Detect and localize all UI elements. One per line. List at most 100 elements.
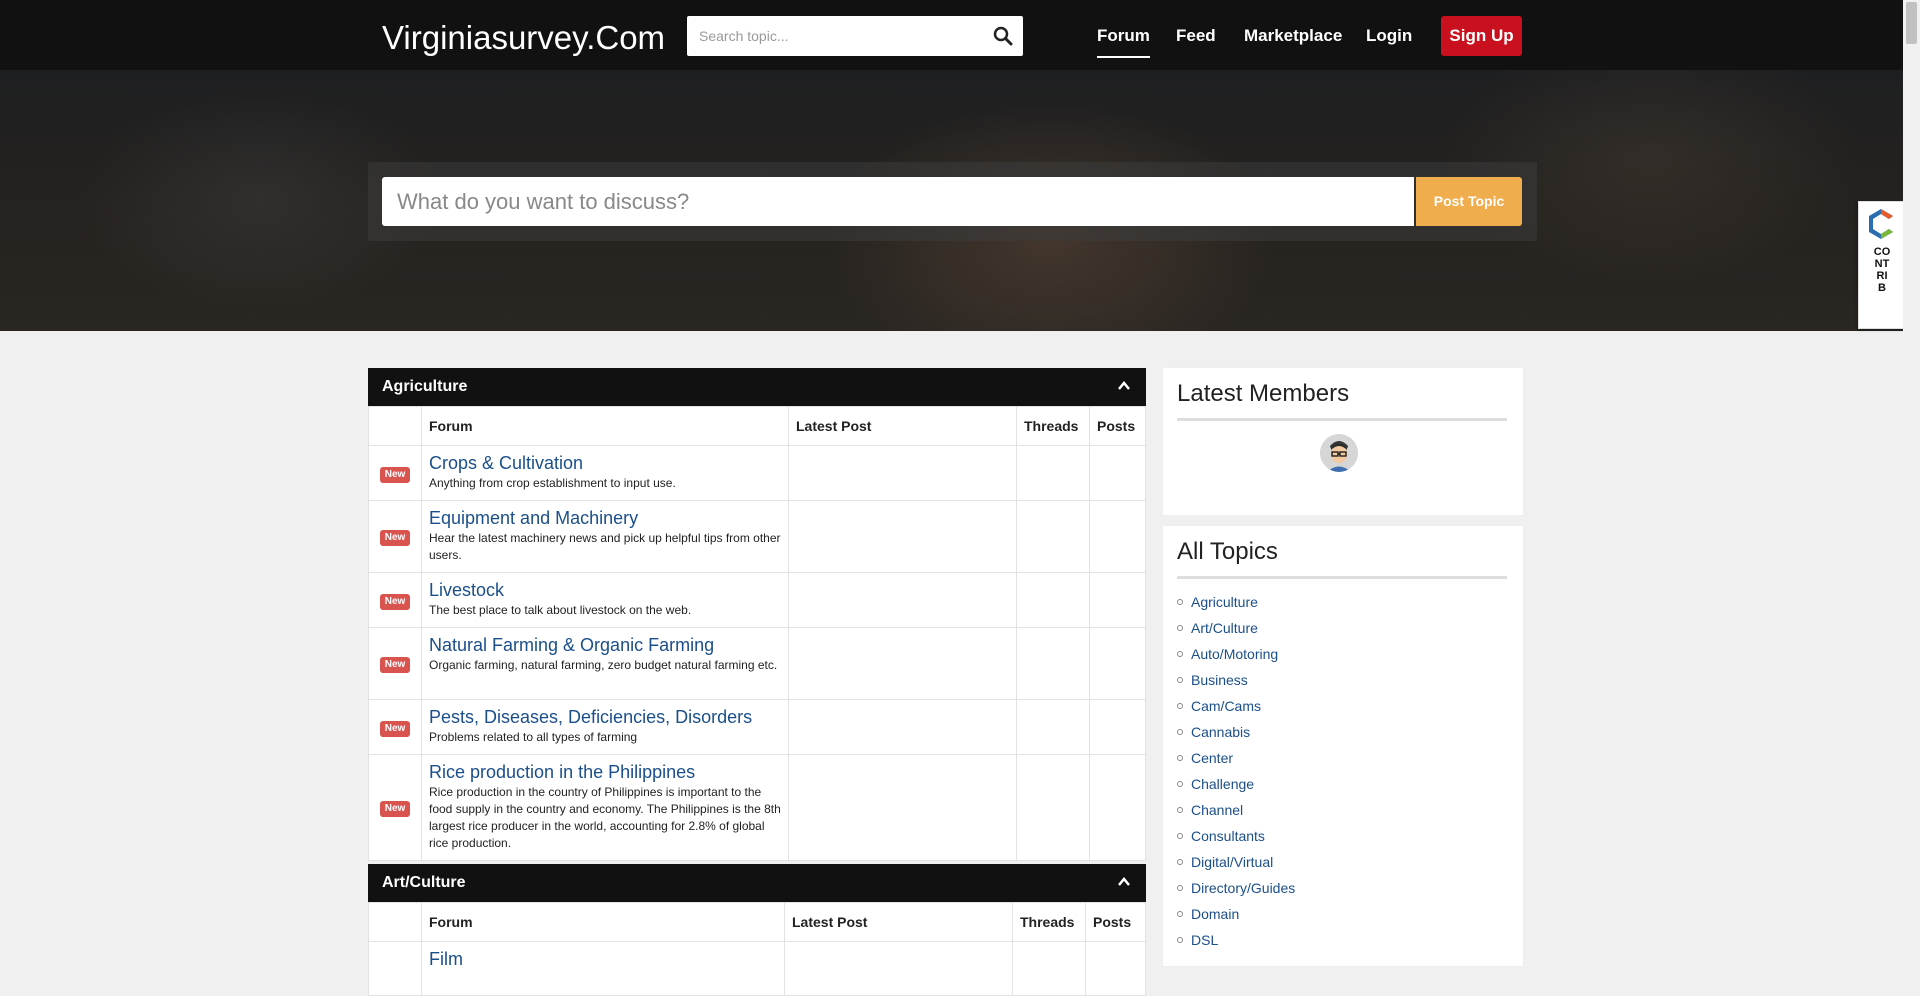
latest-members-title: Latest Members — [1177, 380, 1507, 421]
column-header-forum: Forum — [421, 406, 789, 446]
nav-login[interactable]: Login — [1366, 26, 1412, 46]
signup-button[interactable]: Sign Up — [1441, 16, 1522, 56]
list-item: Cam/Cams — [1177, 698, 1295, 724]
table-row: New Livestock The best place to talk abou… — [368, 572, 1146, 628]
search-input[interactable] — [687, 16, 991, 56]
avatar[interactable] — [1320, 434, 1358, 472]
chevron-up-icon[interactable] — [1116, 874, 1132, 890]
forum-description: The best place to talk about livestock o… — [429, 603, 692, 617]
new-badge: New — [379, 657, 411, 673]
topic-link[interactable]: DSL — [1191, 932, 1218, 948]
nav-marketplace[interactable]: Marketplace — [1244, 26, 1342, 46]
forum-cell: Crops & Cultivation Anything from crop es… — [421, 445, 789, 501]
post-topic-button[interactable]: Post Topic — [1416, 177, 1522, 226]
column-header-forum: Forum — [421, 902, 785, 942]
category-header-agriculture[interactable]: Agriculture — [368, 368, 1146, 406]
badge-cell — [368, 941, 422, 996]
forum-link[interactable]: Livestock — [429, 579, 781, 601]
new-badge: New — [379, 720, 411, 737]
topic-link[interactable]: Domain — [1191, 906, 1239, 922]
search-icon[interactable] — [993, 26, 1013, 46]
hero-banner: Post Topic — [0, 70, 1903, 331]
scrollbar-thumb[interactable] — [1906, 2, 1917, 44]
forum-cell: Film — [421, 941, 785, 996]
list-item: Domain — [1177, 906, 1295, 932]
forum-link[interactable]: Natural Farming & Organic Farming — [429, 634, 781, 656]
contrib-logo-icon — [1869, 209, 1893, 239]
list-item: Challenge — [1177, 776, 1295, 802]
topic-link[interactable]: Consultants — [1191, 828, 1265, 844]
threads-cell — [1016, 572, 1090, 628]
column-header-latest-post: Latest Post — [784, 902, 1013, 942]
nav-feed[interactable]: Feed — [1176, 26, 1216, 46]
latest-post-cell — [788, 500, 1017, 573]
list-item: Auto/Motoring — [1177, 646, 1295, 672]
topic-list: Agriculture Art/Culture Auto/Motoring Bu… — [1177, 594, 1295, 958]
table-row: New Equipment and Machinery Hear the late… — [368, 500, 1146, 573]
list-item: Directory/Guides — [1177, 880, 1295, 906]
new-badge: New — [379, 530, 411, 546]
topic-link[interactable]: Auto/Motoring — [1191, 646, 1278, 662]
forum-description: Organic farming, natural farming, zero b… — [429, 658, 778, 672]
forum-link[interactable]: Film — [429, 948, 777, 970]
category-header-art-culture[interactable]: Art/Culture — [368, 864, 1146, 902]
topic-link[interactable]: Channel — [1191, 802, 1243, 818]
column-header-posts: Posts — [1089, 406, 1146, 446]
table-header-row: Forum Latest Post Threads Posts — [368, 406, 1146, 446]
topic-link[interactable]: Directory/Guides — [1191, 880, 1295, 896]
column-header-posts: Posts — [1085, 902, 1146, 942]
table-header-row: Forum Latest Post Threads Posts — [368, 902, 1146, 942]
list-item: Agriculture — [1177, 594, 1295, 620]
forum-description: Problems related to all types of farming — [429, 730, 638, 744]
topic-link[interactable]: Digital/Virtual — [1191, 854, 1273, 870]
posts-cell — [1089, 445, 1146, 501]
topic-link[interactable]: Challenge — [1191, 776, 1254, 792]
page-scrollbar[interactable] — [1903, 0, 1920, 955]
post-topic-box: Post Topic — [368, 162, 1537, 241]
nav-forum[interactable]: Forum — [1097, 26, 1150, 58]
threads-cell — [1016, 445, 1090, 501]
latest-post-cell — [788, 572, 1017, 628]
list-item: DSL — [1177, 932, 1295, 958]
latest-post-cell — [788, 754, 1017, 861]
badge-cell: New — [368, 627, 422, 700]
topic-link[interactable]: Art/Culture — [1191, 620, 1258, 636]
contrib-badge[interactable]: CONTRIB — [1858, 201, 1904, 329]
threads-cell — [1012, 941, 1086, 996]
forum-link[interactable]: Crops & Cultivation — [429, 452, 781, 474]
forum-description: Rice production in the country of Philip… — [429, 785, 781, 850]
badge-cell: New — [368, 699, 422, 755]
forum-link[interactable]: Pests, Diseases, Deficiencies, Disorders — [429, 706, 781, 728]
new-badge: New — [379, 466, 411, 483]
forum-table-agriculture: Forum Latest Post Threads Posts New Crop… — [368, 406, 1146, 861]
site-brand[interactable]: Virginiasurvey.Com — [382, 18, 665, 58]
forum-cell: Rice production in the Philippines Rice p… — [421, 754, 789, 861]
posts-cell — [1085, 941, 1146, 996]
topic-link[interactable]: Cam/Cams — [1191, 698, 1261, 714]
topic-link[interactable]: Business — [1191, 672, 1248, 688]
latest-post-cell — [788, 445, 1017, 501]
all-topics-title: All Topics — [1177, 538, 1507, 579]
chevron-up-icon[interactable] — [1116, 378, 1132, 394]
topic-link[interactable]: Agriculture — [1191, 594, 1258, 610]
forum-link[interactable]: Equipment and Machinery — [429, 507, 781, 529]
member-avatar-icon — [1320, 434, 1358, 472]
topic-link[interactable]: Cannabis — [1191, 724, 1250, 740]
discuss-input[interactable] — [382, 177, 1414, 226]
threads-cell — [1016, 699, 1090, 755]
category-title: Art/Culture — [382, 874, 466, 891]
list-item: Business — [1177, 672, 1295, 698]
posts-cell — [1089, 699, 1146, 755]
badge-column-header — [368, 406, 422, 446]
threads-cell — [1016, 500, 1090, 573]
table-row: New Natural Farming & Organic Farming Org… — [368, 627, 1146, 700]
forum-link[interactable]: Rice production in the Philippines — [429, 761, 781, 783]
list-item: Art/Culture — [1177, 620, 1295, 646]
column-header-latest-post: Latest Post — [788, 406, 1017, 446]
list-item: Cannabis — [1177, 724, 1295, 750]
topic-link[interactable]: Center — [1191, 750, 1233, 766]
forum-cell: Pests, Diseases, Deficiencies, Disorders… — [421, 699, 789, 755]
table-row: Film — [368, 941, 1146, 996]
table-row: New Crops & Cultivation Anything from cro… — [368, 445, 1146, 501]
posts-cell — [1089, 572, 1146, 628]
